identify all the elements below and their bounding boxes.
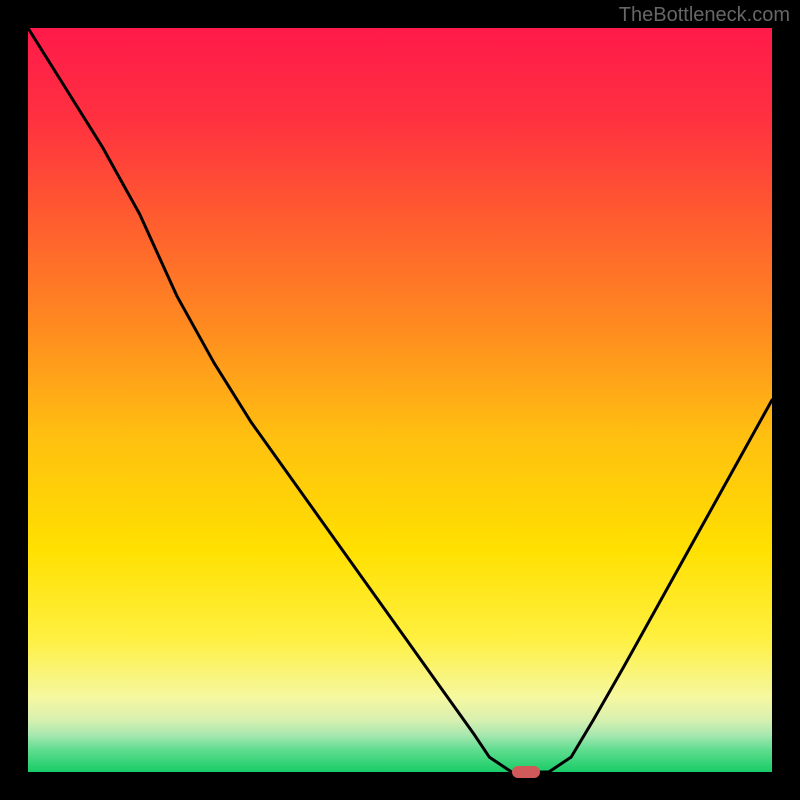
watermark-text: TheBottleneck.com	[619, 4, 790, 27]
bottleneck-curve	[28, 28, 772, 772]
optimal-marker	[512, 766, 540, 778]
chart-frame	[28, 28, 772, 772]
